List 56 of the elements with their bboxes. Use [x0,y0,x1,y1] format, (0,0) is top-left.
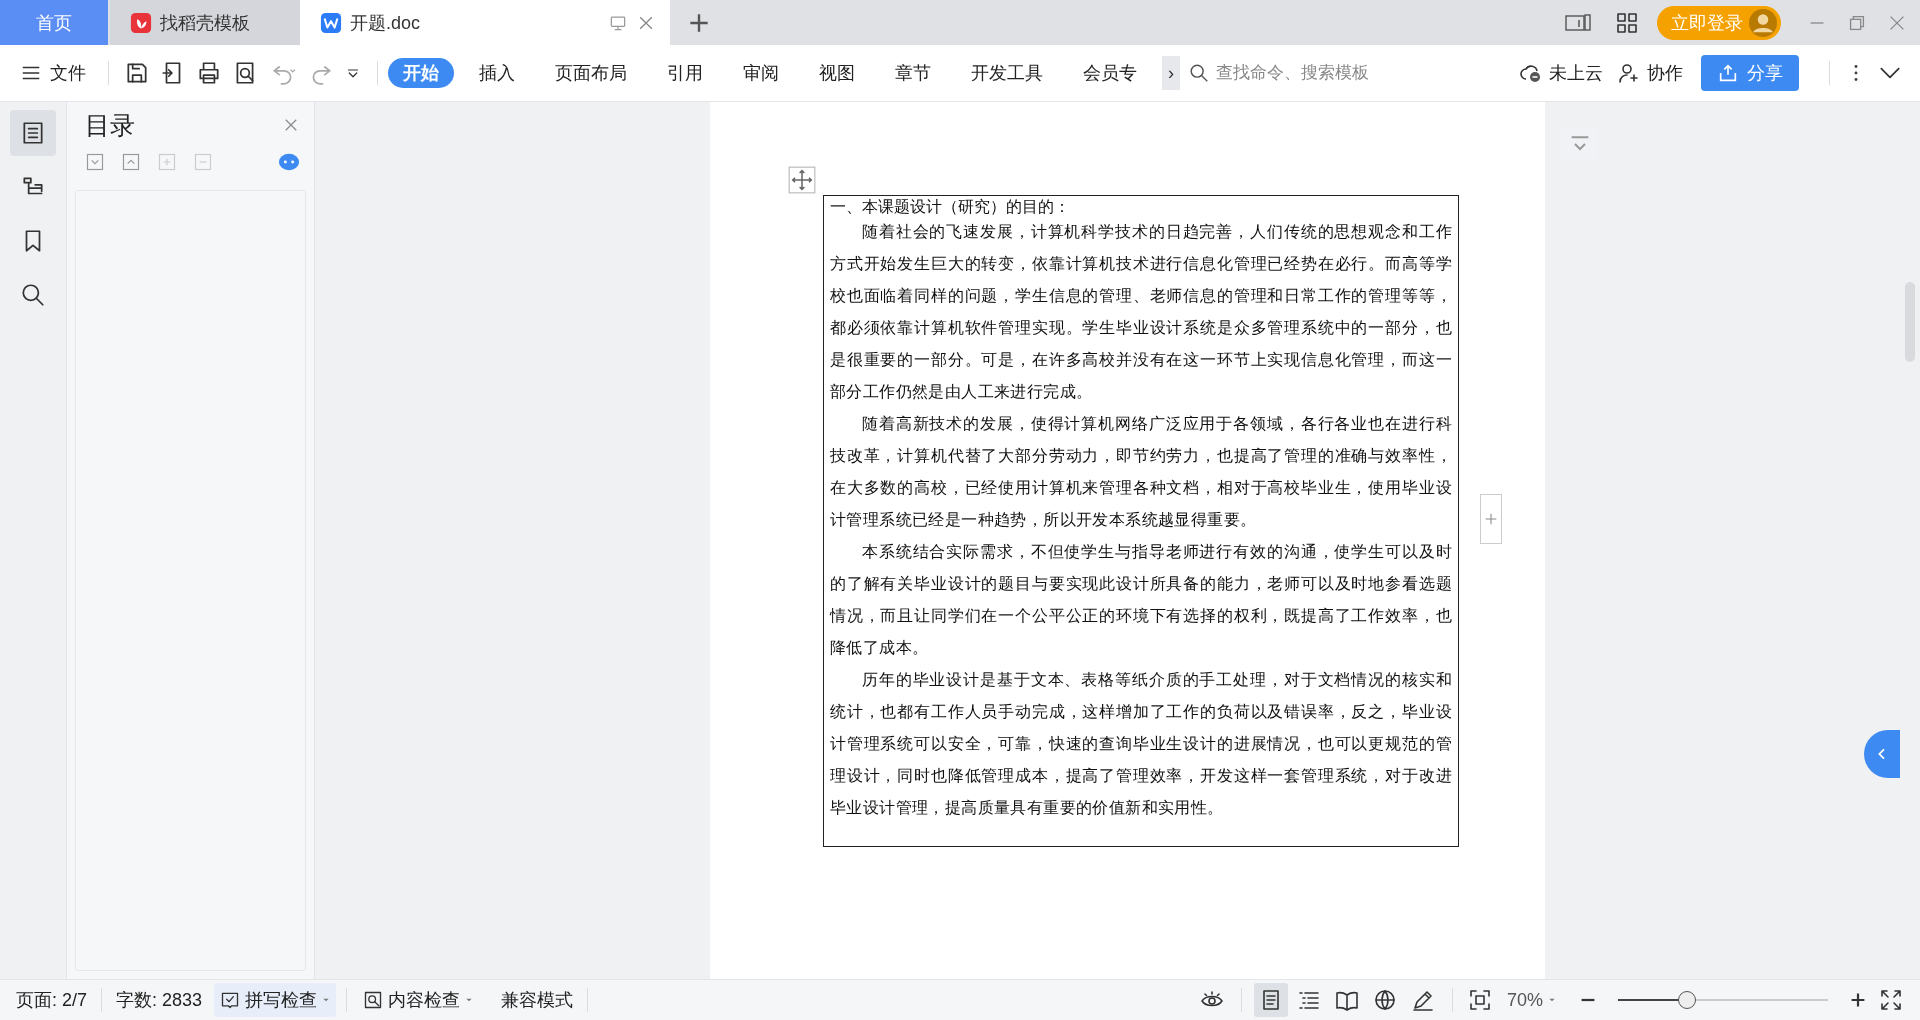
print-icon[interactable] [196,60,222,86]
pen-icon [1410,988,1435,1012]
paragraph: 随着高新技术的发展，使得计算机网络广泛应用于各领域，各行各业也在进行科技改革，计算机代替了大部分劳动力，即节约劳力，也提高了管理的准确与效率性，在大多数的高校，已经使用计算机来管理各种文档，相对于高校毕业生，使用毕业设计管理系统已经是一种趋势，所以开发本系统越显得重要。 [830,413,1452,531]
ribbon-tab[interactable]: 开发工具 [956,58,1058,88]
ribbon-tab[interactable]: 章节 [880,58,946,88]
move-handle-icon[interactable] [788,166,816,194]
add-user-icon [1617,61,1641,85]
section-heading: 一、本课题设计（研究）的目的： [830,196,1071,218]
expand-panel-tab[interactable] [1864,730,1900,778]
panel-title: 目录 [85,109,135,141]
search-field[interactable]: 查找命令、搜索模板 [1188,62,1408,84]
spell-check-button[interactable]: 拼写检查 [214,983,337,1017]
paragraph: 本系统结合实际需求，不但使学生与指导老师进行有效的沟通，使学生可以及时的了解有关毕业设计的题目与要实现此设计所具备的能力，老师可以及时地参看选题情况，而且让同学们在一个公平公正的环境下有选择的权利，既提高了工作效率，也降低了成本。 [830,541,1452,659]
ribbon-tab[interactable]: 引用 [652,58,718,88]
file-menu[interactable]: 文件 [20,61,86,85]
leaf-logo-icon [130,11,152,34]
assistant-icon[interactable] [278,151,300,173]
grid-icon[interactable] [1615,10,1639,35]
doc-search-icon [363,990,384,1010]
tab[interactable]: 开题.doc [300,0,670,45]
search-icon [20,282,46,308]
outline-icon [20,120,46,146]
tab[interactable]: 找稻壳模板 [110,0,300,45]
save-icon[interactable] [124,60,150,86]
fullscreen-icon[interactable] [1879,988,1903,1012]
globe-icon [1372,988,1397,1012]
view-button[interactable] [1253,983,1288,1017]
scroll-right-button[interactable]: › [1162,56,1180,90]
plus-icon [1483,511,1499,527]
expand-icon[interactable] [85,152,105,172]
w-logo-icon [320,11,342,34]
content-check-button[interactable]: 内容检查 [357,983,480,1017]
ribbon-tab[interactable]: 视图 [804,58,870,88]
cloud-status-button[interactable]: 未上云 [1519,61,1603,85]
collaborate-button[interactable]: 协作 [1617,61,1683,85]
zoom-dropdown[interactable]: 70% [1500,983,1562,1017]
check-book-icon [220,990,241,1010]
slider-thumb[interactable] [1678,991,1697,1009]
search-icon [1188,62,1210,84]
paragraph: 历年的毕业设计是基于文本、表格等纸介质的手工处理，对于文档情况的核实和统计，也都有工作人员手动完成，这样增加了工作的负荷以及错误率，反之，毕业设计管理系统可以安全，可靠，快速的查询毕业生设计的进展情况，也可以更规范的管理设计，同时也降低管理成本，提高了管理效率，开发这样一套管理系统，对于改进毕业设计管理，提高质量具有重要的价值新和实用性。 [830,669,1452,819]
ribbon-tab[interactable]: 页面布局 [540,58,642,88]
collapse-icon[interactable] [121,152,141,172]
sidebar-button[interactable] [10,110,56,156]
caret-icon [322,996,331,1004]
share-icon [1717,62,1739,84]
paragraph: 随着社会的飞速发展，计算机科学技术的日趋完善，人们传统的思想观念和工作方式开始发生巨大的转变，依靠计算机技术进行信息化管理已经势在必行。而高等学校也面临着同样的问题，学生信息的管理、老师信息的管理和日常工作的管理等等，都必须依靠计算机软件管理实现。学生毕业设计系统是众多管理系统中的一部分，也是很重要的一部分。可是，在许多高校并没有在这一环节上实现信息化管理，而这一部分工作仍然是由人工来进行完成。 [830,221,1452,403]
word-count: 字数: 2833 [115,989,204,1012]
ribbon-tab[interactable]: 审阅 [728,58,794,88]
page-count: 页面: 2/7 [15,989,89,1012]
caret-icon [465,996,474,1004]
compatibility-mode: 兼容模式 [500,989,575,1012]
caret-icon [1548,996,1556,1004]
fit-page-icon[interactable] [1467,988,1492,1012]
avatar-icon [1749,8,1777,37]
ribbon-tab[interactable]: 插入 [464,58,530,88]
ribbon-tab[interactable]: 会员专 [1068,58,1152,88]
